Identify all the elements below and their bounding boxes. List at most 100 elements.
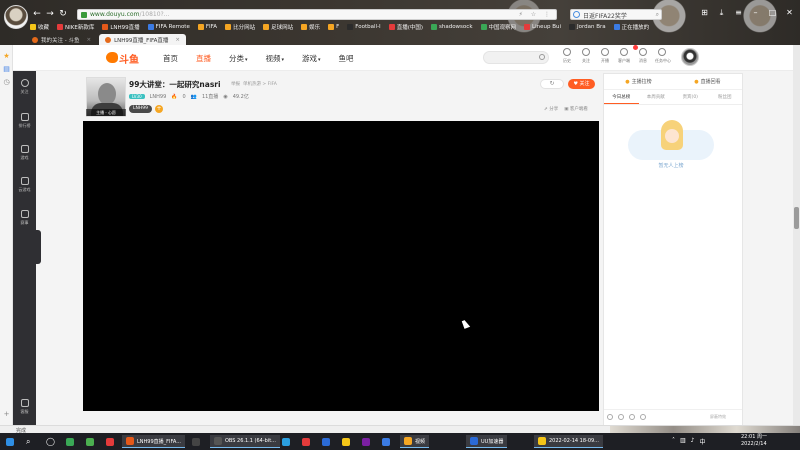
nav-fishbar[interactable]: 鱼吧 <box>339 53 354 64</box>
shield-effects-toggle[interactable]: 屏蔽特效 <box>710 414 726 420</box>
tab-today[interactable]: 今日总榜 <box>604 91 639 104</box>
clock-icon[interactable]: ◷ <box>3 79 10 86</box>
add-icon[interactable]: + <box>3 411 10 418</box>
nav-game[interactable]: 游戏 <box>302 53 321 64</box>
sidebar-item-events[interactable]: 赛事 <box>13 210 36 226</box>
app-icon[interactable] <box>106 435 114 448</box>
app-icon[interactable] <box>192 435 200 448</box>
ime-icon[interactable]: 中 <box>700 437 706 446</box>
app-icon[interactable] <box>66 435 74 448</box>
search-icon[interactable]: ⌕ <box>26 435 30 448</box>
app-icon[interactable] <box>342 435 350 448</box>
follow-header-button[interactable]: 关注 <box>579 48 593 64</box>
bookmark-item[interactable]: 直播(中国) <box>388 22 423 32</box>
anchor-name[interactable]: LNH99 <box>150 94 167 100</box>
browser-tab[interactable]: LNH99直播_FIFA直播 × <box>99 34 186 45</box>
download-icon[interactable]: ⤓ <box>717 8 726 18</box>
room-category[interactable]: 单机热游 > FIFA <box>243 81 277 87</box>
bookmark-item[interactable]: Lineup Bui <box>524 22 561 32</box>
taskbar-item-browser[interactable]: LNH99直播_FIFA... <box>122 435 186 448</box>
bookmark-item[interactable]: shadowsock <box>430 22 473 32</box>
nav-live[interactable]: 直播 <box>196 53 211 64</box>
bookmark-item[interactable]: 正在播放的 <box>613 22 649 32</box>
bookmark-item[interactable]: 中国观察网 <box>480 22 516 32</box>
sidebar-item-follow[interactable]: 关注 <box>13 79 36 95</box>
add-tag-icon[interactable]: + <box>154 105 163 113</box>
minimize-icon[interactable]: – <box>751 8 760 18</box>
client-button[interactable]: 客户端 <box>617 45 638 64</box>
sidebar-item-cloud-game[interactable]: 云游戏 <box>13 177 36 193</box>
app-icon[interactable] <box>322 435 330 448</box>
site-logo[interactable]: 斗鱼 <box>106 51 142 66</box>
gift-icon[interactable] <box>629 414 635 420</box>
bookmark-item[interactable]: 收藏 <box>30 22 49 32</box>
tab-close-icon[interactable]: × <box>175 37 180 43</box>
history-button[interactable]: 历史 <box>560 48 574 64</box>
bookmark-item[interactable]: Football-I <box>347 22 381 32</box>
bookmark-item[interactable]: LNH99直播 <box>102 22 140 32</box>
sidebar-item-service[interactable]: 客服 <box>13 399 36 415</box>
bookmark-item[interactable]: NIKE新款库 <box>57 22 94 32</box>
site-search-input[interactable] <box>483 51 549 64</box>
anchor-tag[interactable]: LNH99 <box>129 105 152 113</box>
reload-icon[interactable]: ↻ <box>58 9 68 19</box>
volume-icon[interactable]: ♪ <box>691 437 695 446</box>
bookmark-item[interactable]: 足球网站 <box>263 22 293 32</box>
user-avatar[interactable] <box>681 48 699 66</box>
follow-button[interactable]: ♥ 关注 <box>568 79 595 89</box>
menu-icon[interactable]: ≡ <box>734 8 743 18</box>
bookmark-item[interactable]: 娱乐 <box>301 22 320 32</box>
bookmark-item[interactable]: FIFA <box>197 22 217 32</box>
search-icon[interactable] <box>539 54 545 60</box>
sidebar-collapse-handle[interactable] <box>36 230 41 264</box>
network-icon[interactable]: ▥ <box>680 437 686 446</box>
task-view-icon[interactable]: ◯ <box>46 435 55 448</box>
taskbar-item-uu[interactable]: UU加速器 <box>466 435 508 448</box>
nav-category[interactable]: 分类 <box>229 53 248 64</box>
page-icon[interactable]: ▤ <box>3 66 10 73</box>
app-icon[interactable] <box>362 435 370 448</box>
replay-link[interactable]: 直播回看 <box>694 78 721 85</box>
bookmark-item[interactable]: FIFA Remote <box>147 22 190 32</box>
tab-week[interactable]: 本周贡献 <box>639 91 674 104</box>
taskbar-item-obs[interactable]: OBS 26.1.1 (64-bit... <box>210 435 280 448</box>
anchor-rank-link[interactable]: 主播拉榜 <box>625 78 652 85</box>
share-button[interactable]: ⇗ 分享 <box>544 106 558 112</box>
sidebar-item-game[interactable]: 游戏 <box>13 145 36 161</box>
bookmark-item[interactable]: Jordan Bra <box>569 22 606 32</box>
address-actions[interactable]: ⚡ ☆ ⋮ <box>519 11 553 18</box>
close-icon[interactable]: ✕ <box>785 8 794 18</box>
report-link[interactable]: 举报 <box>231 81 240 87</box>
client-watch-button[interactable]: ▣ 客户端看 <box>564 106 588 112</box>
nav-video[interactable]: 视频 <box>266 53 285 64</box>
back-arrow-icon[interactable]: ← <box>32 9 42 19</box>
maximize-icon[interactable]: □ <box>768 8 777 18</box>
emoji-icon[interactable] <box>607 414 613 420</box>
tab-fans[interactable]: 粉丝团 <box>708 91 743 104</box>
taskbar-clock[interactable]: 22:01 周一 2022/2/14 <box>741 434 767 448</box>
page-scrollbar[interactable] <box>793 45 800 425</box>
star-icon[interactable]: ★ <box>3 53 10 60</box>
address-bar[interactable]: www.douyu.com/10810?... ⚡ ☆ ⋮ <box>77 9 557 20</box>
tab-close-icon[interactable]: × <box>86 37 91 43</box>
broadcast-button[interactable]: 开播 <box>598 48 612 64</box>
refresh-follow-button[interactable]: ↻ <box>540 79 564 89</box>
start-icon[interactable] <box>6 435 14 448</box>
app-icon[interactable] <box>382 435 390 448</box>
message-button[interactable]: 消息 <box>636 48 650 64</box>
search-icon[interactable]: ⌕ <box>656 11 659 19</box>
chevron-up-icon[interactable]: ˄ <box>672 437 675 446</box>
browser-user-avatar[interactable] <box>4 5 28 29</box>
bookmark-item[interactable]: 比分网站 <box>225 22 255 32</box>
tab-vip[interactable]: 贵宾(0) <box>673 91 708 104</box>
nav-home[interactable]: 首页 <box>163 53 178 64</box>
video-player[interactable] <box>83 121 599 411</box>
taskbar-item-folder[interactable]: 2022-02-14 18-09... <box>534 435 603 448</box>
bookmark-item[interactable]: F <box>328 22 339 32</box>
browser-tab[interactable]: 我的关注 - 斗鱼 × <box>26 34 97 45</box>
app-icon[interactable] <box>282 435 290 448</box>
forward-arrow-icon[interactable]: → <box>45 9 55 19</box>
task-center-button[interactable]: 任务中心 <box>655 48 671 64</box>
app-icon[interactable] <box>86 435 94 448</box>
browser-search-box[interactable]: 日返FIFA22奖学 ⌕ <box>570 9 662 20</box>
